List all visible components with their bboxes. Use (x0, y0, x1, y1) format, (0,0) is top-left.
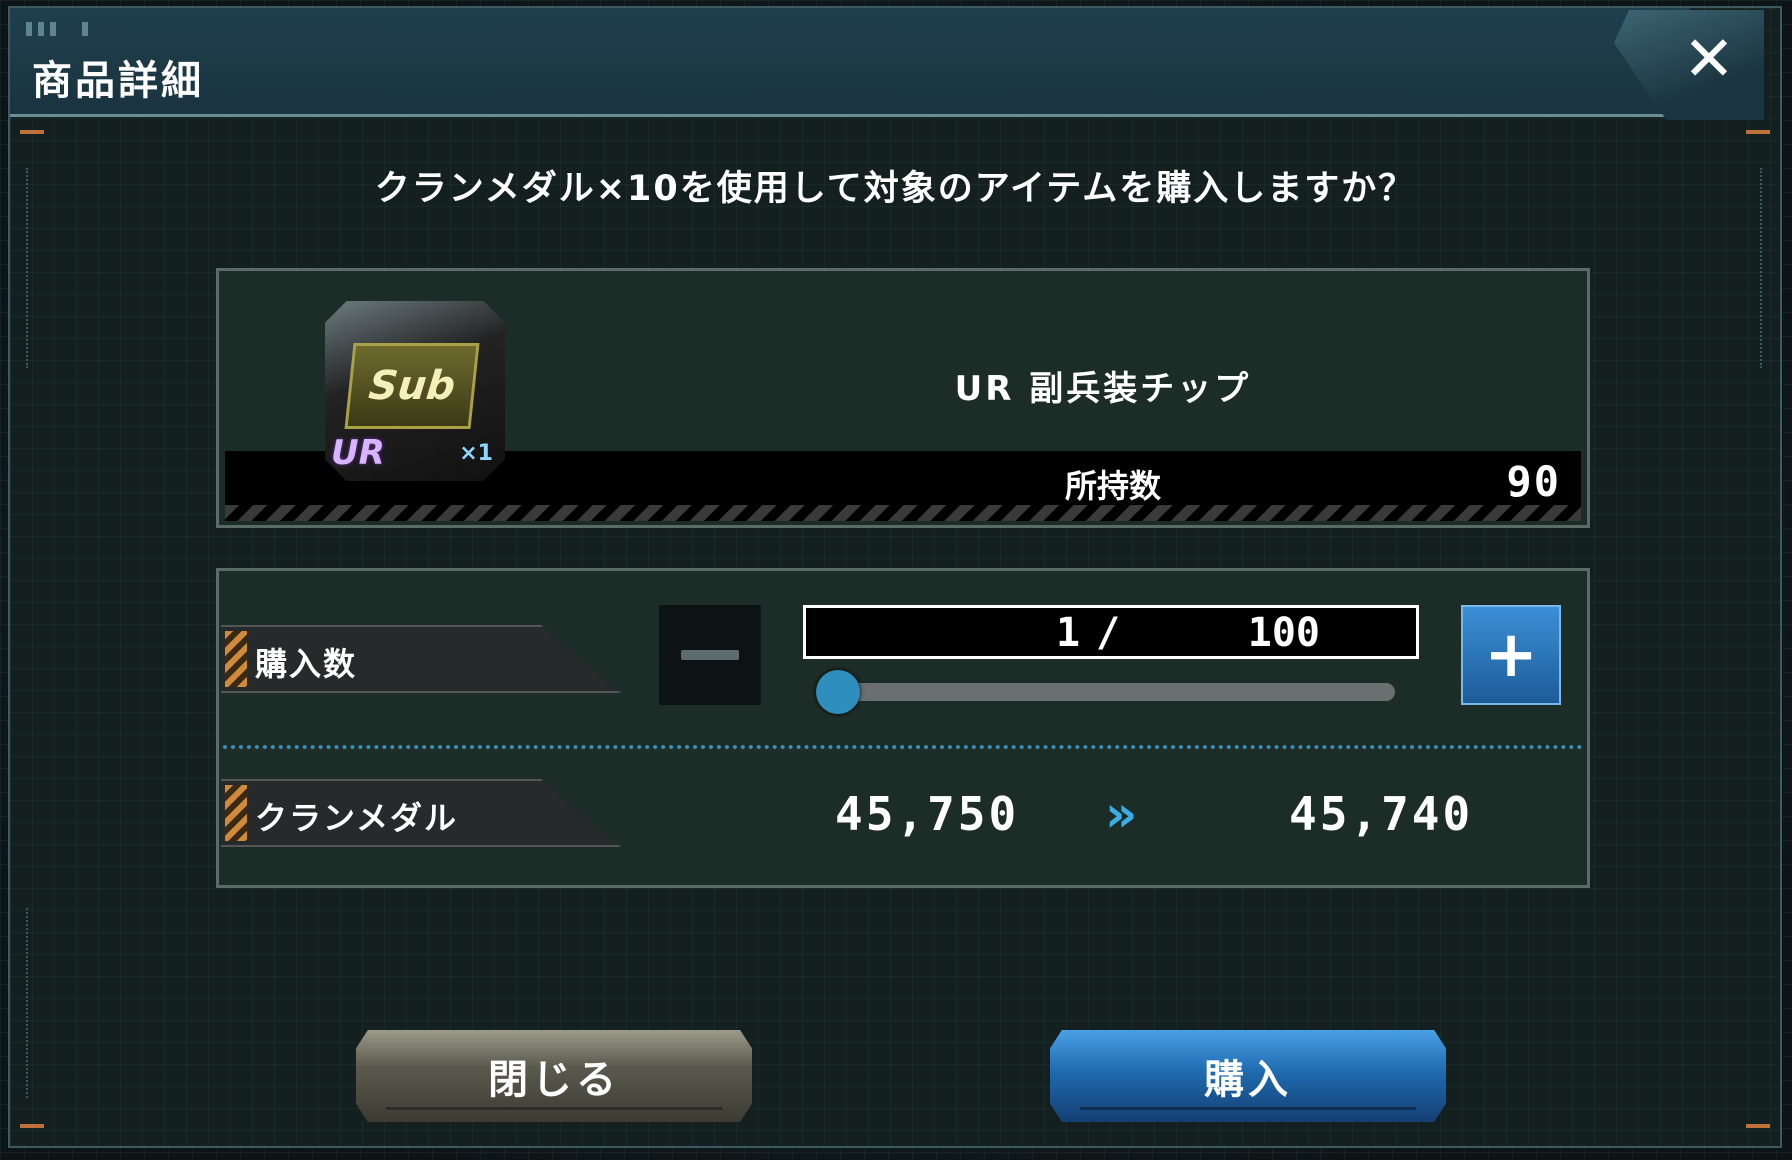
quantity-display: 1 / 100 (803, 605, 1419, 659)
corner-mark (20, 130, 44, 134)
quantity-current: 1 (1056, 610, 1081, 656)
title-ticks (26, 22, 88, 36)
button-inner-line (1080, 1107, 1416, 1110)
close-button[interactable]: 閉じる (356, 1030, 752, 1122)
orange-stripe (225, 785, 247, 841)
quantity-slider-track[interactable] (829, 683, 1395, 701)
quantity-slider-handle[interactable] (816, 670, 860, 714)
item-name: UR 副兵装チップ (954, 369, 1252, 409)
divider (223, 745, 1583, 749)
close-button-label: 閉じる (488, 1057, 620, 1103)
purchase-question: クランメダル×10を使用して対象のアイテムを購入しますか？ (374, 169, 1416, 209)
medal-balance-after: 45,740 (1289, 787, 1474, 841)
quantity-label-tab: 購入数 (221, 625, 621, 693)
medal-balance-before: 45,750 (835, 787, 1020, 841)
close-x-icon: ✕ (1683, 21, 1735, 95)
buy-button-label: 購入 (1204, 1057, 1292, 1103)
item-icon-count: ×1 (459, 441, 493, 466)
product-detail-dialog: 商品詳細 ✕ クランメダル×10を使用して対象のアイテムを購入しますか？ 所持数… (8, 6, 1782, 1148)
owned-value: 90 (1506, 457, 1561, 506)
rarity-badge: UR (331, 433, 385, 473)
sub-weapon-chip-icon: Sub UR ×1 (325, 301, 505, 481)
medal-label: クランメダル (255, 799, 459, 837)
dialog-title: 商品詳細 (32, 58, 204, 104)
decrease-quantity-button[interactable] (659, 605, 761, 705)
orange-stripe (225, 631, 247, 687)
corner-mark (20, 1124, 44, 1128)
corner-mark (1746, 130, 1770, 134)
quantity-label: 購入数 (255, 645, 358, 683)
hatch-stripe (225, 505, 1581, 521)
owned-label: 所持数 (1065, 467, 1162, 505)
quantity-separator: / (1096, 610, 1121, 656)
quantity-panel: 購入数 1 / 100 + クランメダル 45,750 » 45,740 (216, 568, 1590, 888)
dialog-titlebar: 商品詳細 (10, 8, 1690, 117)
quantity-max: 100 (1247, 610, 1320, 656)
corner-mark (1746, 1124, 1770, 1128)
medal-label-tab: クランメダル (221, 779, 621, 847)
side-dots (26, 908, 30, 1098)
button-inner-line (386, 1107, 722, 1110)
double-chevron-right-icon: » (1105, 785, 1138, 843)
plus-icon: + (1484, 618, 1538, 692)
minus-icon (681, 650, 739, 660)
increase-quantity-button[interactable]: + (1461, 605, 1561, 705)
chip-label: Sub (344, 343, 480, 429)
item-panel: 所持数 90 Sub UR ×1 UR 副兵装チップ (216, 268, 1590, 528)
buy-button[interactable]: 購入 (1050, 1030, 1446, 1122)
